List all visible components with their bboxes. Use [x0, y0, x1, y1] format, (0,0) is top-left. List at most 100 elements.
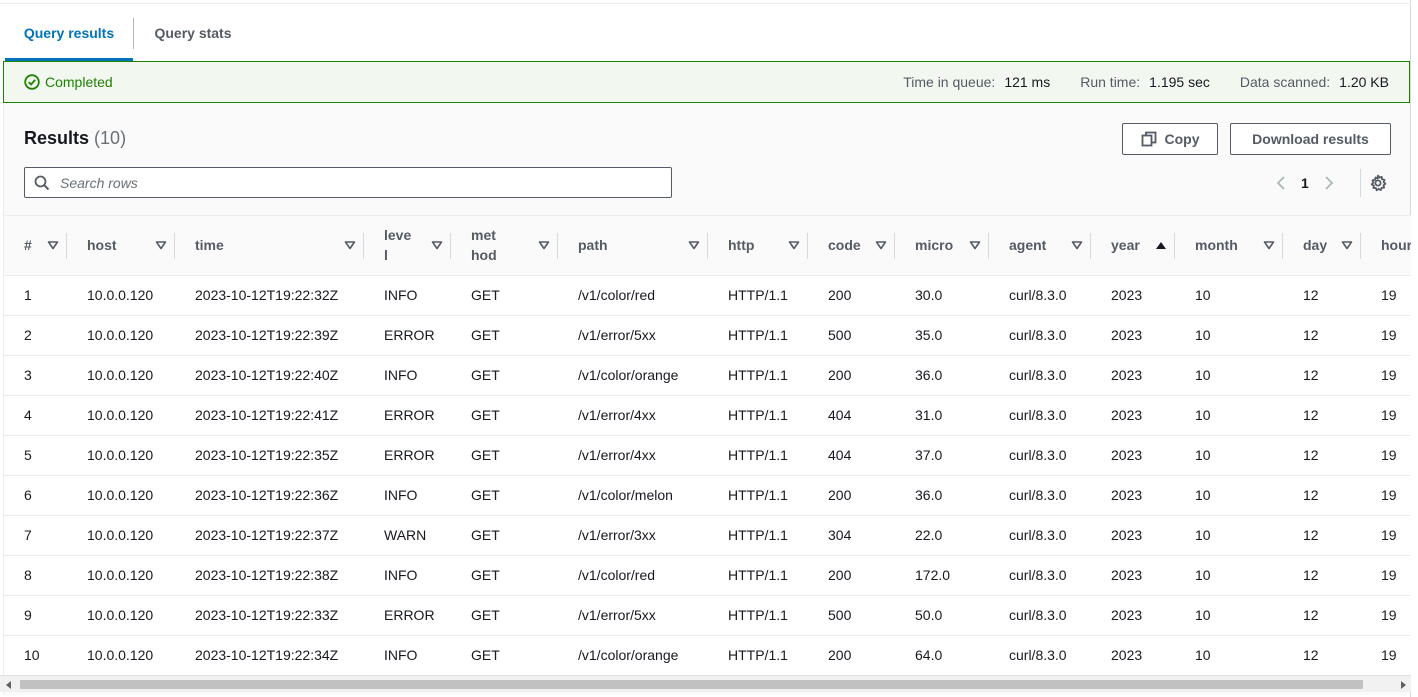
table-row[interactable]: 2 10.0.0.120 2023-10-12T19:22:39Z ERROR GET /… — [4, 315, 1411, 356]
gear-icon[interactable] — [1368, 173, 1388, 193]
table-cell-path: /v1/color/melon — [558, 475, 708, 516]
column-header-level[interactable]: level — [364, 216, 451, 276]
column-header-host[interactable]: host — [67, 216, 175, 276]
table-cell-micro: 50.0 — [895, 595, 989, 636]
table-row[interactable]: 6 10.0.0.120 2023-10-12T19:22:36Z INFO GET/v… — [4, 475, 1411, 516]
table-cell-month: 10 — [1175, 635, 1283, 676]
column-header-micro[interactable]: micro — [895, 216, 989, 276]
sort-caret-down-icon[interactable] — [1341, 240, 1353, 250]
table-row[interactable]: 5 10.0.0.120 2023-10-12T19:22:35Z ERROR GET /… — [4, 435, 1411, 476]
column-header-http[interactable]: http — [708, 216, 808, 276]
table-cell-code: 200 — [808, 555, 895, 596]
table-cell-micro: 36.0 — [895, 475, 989, 516]
table-row[interactable]: 1 10.0.0.120 2023-10-12T19:22:32Z INFO GET/v… — [4, 275, 1411, 316]
table-cell-time: 2023-10-12T19:22:36Z — [175, 475, 364, 516]
table-header-row: # host time level method path http code micro age… — [4, 216, 1411, 276]
table-cell-year: 2023 — [1091, 355, 1175, 396]
current-page[interactable]: 1 — [1301, 175, 1309, 191]
table-cell-month: 10 — [1175, 315, 1283, 356]
table-cell-year: 2023 — [1091, 435, 1175, 476]
table-cell-method: GET — [451, 355, 558, 396]
table-cell-code: 200 — [808, 475, 895, 516]
sort-caret-down-icon[interactable] — [1071, 240, 1083, 250]
sort-caret-down-icon[interactable] — [344, 240, 356, 250]
column-header-month[interactable]: month — [1175, 216, 1283, 276]
table-cell-host: 10.0.0.120 — [67, 435, 175, 476]
table-cell-day: 12 — [1283, 515, 1361, 556]
table-cell-agent: curl/8.3.0 — [989, 395, 1091, 436]
table-row[interactable]: 10 10.0.0.120 2023-10-12T19:22:34Z INFO GET /… — [4, 635, 1411, 676]
column-header-agent[interactable]: agent — [989, 216, 1091, 276]
table-cell-http: HTTP/1.1 — [708, 315, 808, 356]
table-cell-code: 404 — [808, 435, 895, 476]
table-cell-month: 10 — [1175, 515, 1283, 556]
column-header-day[interactable]: day — [1283, 216, 1361, 276]
sort-caret-down-icon[interactable] — [538, 240, 550, 250]
table-cell-day: 12 — [1283, 595, 1361, 636]
table-cell-micro: 172.0 — [895, 555, 989, 596]
status-bar: Completed Time in queue: 121 ms Run time… — [3, 61, 1410, 103]
download-results-button[interactable]: Download results — [1230, 123, 1391, 155]
horizontal-scrollbar[interactable] — [0, 675, 1411, 692]
column-header-label: # — [24, 237, 32, 254]
table-cell-hour: 19 — [1361, 435, 1411, 476]
table-cell-host: 10.0.0.120 — [67, 635, 175, 676]
column-header-content: code — [828, 235, 887, 255]
sort-caret-down-icon[interactable] — [155, 240, 167, 250]
status-indicator: Completed — [4, 74, 113, 90]
table-row[interactable]: 8 10.0.0.120 2023-10-12T19:22:38Z INFO GET/v… — [4, 555, 1411, 596]
table-cell-agent: curl/8.3.0 — [989, 515, 1091, 556]
results-table-viewport[interactable]: # host time level method path http code micro age… — [4, 215, 1411, 677]
query-metrics: Time in queue: 121 ms Run time: 1.195 se… — [873, 74, 1409, 90]
time-in-queue-value: 121 ms — [1004, 74, 1051, 90]
table-cell-index: 10 — [4, 635, 67, 676]
table-cell-day: 12 — [1283, 395, 1361, 436]
sort-caret-down-icon[interactable] — [431, 240, 443, 250]
table-cell-day: 12 — [1283, 435, 1361, 476]
chevron-left-icon — [1276, 176, 1285, 190]
table-cell-hour: 19 — [1361, 275, 1411, 316]
table-row[interactable]: 9 10.0.0.120 2023-10-12T19:22:33Z ERROR GET /… — [4, 595, 1411, 636]
table-cell-time: 2023-10-12T19:22:39Z — [175, 315, 364, 356]
table-cell-method: GET — [451, 595, 558, 636]
column-header-index[interactable]: # — [4, 216, 67, 276]
sort-caret-down-icon[interactable] — [1263, 240, 1275, 250]
column-header-path[interactable]: path — [558, 216, 708, 276]
table-row[interactable]: 3 10.0.0.120 2023-10-12T19:22:40Z INFO GET/v… — [4, 355, 1411, 396]
table-cell-month: 10 — [1175, 435, 1283, 476]
tab-query-stats[interactable]: Query stats — [134, 4, 252, 61]
sort-caret-down-icon[interactable] — [969, 240, 981, 250]
table-cell-agent: curl/8.3.0 — [989, 275, 1091, 316]
table-row[interactable]: 4 10.0.0.120 2023-10-12T19:22:41Z ERROR GET /… — [4, 395, 1411, 436]
next-page-button[interactable] — [1321, 173, 1337, 193]
scrollbar-thumb[interactable] — [20, 680, 1363, 689]
sort-caret-down-icon[interactable] — [875, 240, 887, 250]
scroll-right-button[interactable] — [1394, 676, 1411, 693]
sort-caret-down-icon[interactable] — [688, 240, 700, 250]
table-row[interactable]: 7 10.0.0.120 2023-10-12T19:22:37Z WARN GET/v… — [4, 515, 1411, 556]
table-cell-method: GET — [451, 315, 558, 356]
pagination: 1 — [1273, 173, 1337, 193]
data-scanned-value: 1.20 KB — [1339, 74, 1389, 90]
tab-query-results[interactable]: Query results — [0, 4, 133, 61]
sort-caret-down-icon[interactable] — [47, 240, 59, 250]
column-header-code[interactable]: code — [808, 216, 895, 276]
column-header-method[interactable]: method — [451, 216, 558, 276]
copy-icon — [1141, 131, 1156, 147]
table-cell-level: INFO — [364, 475, 451, 516]
column-header-content: level — [384, 225, 443, 265]
search-input[interactable] — [58, 173, 648, 192]
table-cell-http: HTTP/1.1 — [708, 635, 808, 676]
column-header-time[interactable]: time — [175, 216, 364, 276]
time-in-queue: Time in queue: 121 ms — [903, 74, 1050, 90]
copy-button[interactable]: Copy — [1122, 123, 1218, 155]
column-header-year[interactable]: year — [1091, 216, 1175, 276]
column-header-hour[interactable]: hour — [1361, 216, 1411, 276]
scroll-left-button[interactable] — [0, 676, 17, 693]
sort-caret-down-icon[interactable] — [788, 240, 800, 250]
table-cell-micro: 22.0 — [895, 515, 989, 556]
column-header-content: hour — [1381, 235, 1411, 255]
table-cell-http: HTTP/1.1 — [708, 595, 808, 636]
previous-page-button[interactable] — [1273, 173, 1289, 193]
sort-ascending-icon[interactable] — [1155, 240, 1167, 250]
